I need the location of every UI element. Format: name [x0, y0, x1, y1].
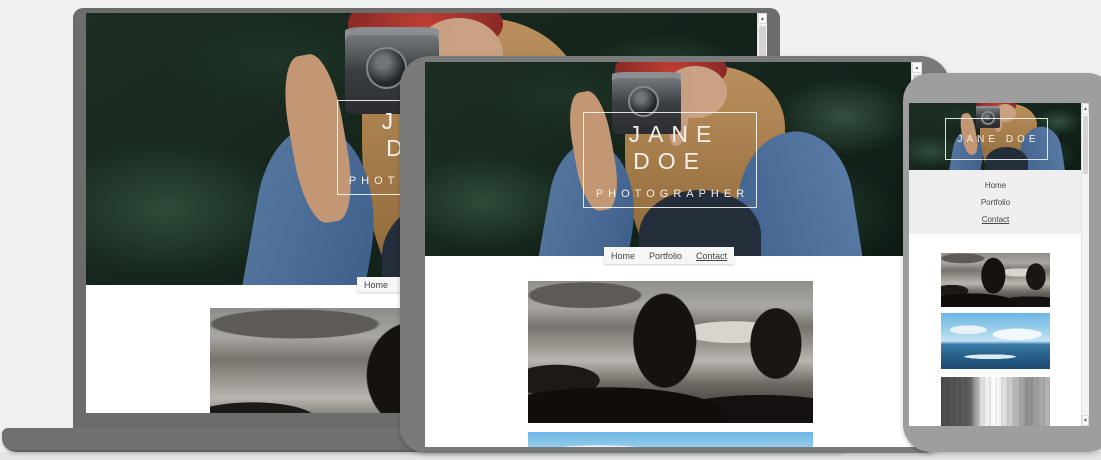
nav-portfolio[interactable]: Portfolio	[649, 251, 682, 261]
scroll-up-glyph: ▲	[760, 16, 765, 22]
site-title: JANE DOE	[953, 134, 1039, 145]
site-title-box: JANE DOE	[945, 118, 1048, 160]
phone-frame: JANE DOE Home Portfolio Contact ▲ ▼	[903, 73, 1101, 452]
hero-photo: JANE DOE	[909, 103, 1082, 170]
nav-portfolio[interactable]: Portfolio	[981, 198, 1010, 207]
scrollbar-thumb[interactable]	[1083, 116, 1088, 174]
scroll-up-glyph: ▲	[1083, 106, 1088, 112]
scroll-up-glyph: ▲	[915, 65, 920, 71]
portfolio-image-rocky-seascape[interactable]	[941, 253, 1050, 307]
scroll-down-icon[interactable]: ▼	[1082, 415, 1089, 426]
scroll-up-icon[interactable]: ▲	[1082, 103, 1089, 114]
nav-home[interactable]: Home	[985, 181, 1006, 190]
tablet-screen: JANE DOE PHOTOGRAPHER Home Portfolio Con…	[425, 62, 922, 447]
hero-photo: JANE DOE PHOTOGRAPHER	[425, 62, 912, 256]
nav-contact[interactable]: Contact	[696, 251, 727, 261]
scroll-up-icon[interactable]: ▲	[758, 13, 767, 24]
site-title: JANE DOE	[584, 121, 756, 175]
nav-contact[interactable]: Contact	[982, 215, 1010, 224]
bottom-shadow-band	[0, 452, 1101, 460]
site-subtitle: PHOTOGRAPHER	[591, 188, 749, 200]
scroll-down-glyph: ▼	[1083, 418, 1088, 424]
phone-screen: JANE DOE Home Portfolio Contact ▲ ▼	[909, 103, 1089, 426]
phone-scrollbar[interactable]: ▲ ▼	[1081, 103, 1089, 426]
site-title-box: JANE DOE PHOTOGRAPHER	[583, 112, 757, 208]
tablet-frame: JANE DOE PHOTOGRAPHER Home Portfolio Con…	[400, 56, 950, 453]
responsive-preview-stage: JANE DOE PHOTOGRAPHER Home Portfolio Con…	[0, 0, 1101, 460]
scroll-up-icon[interactable]: ▲	[912, 62, 922, 73]
main-nav-stacked: Home Portfolio Contact	[909, 170, 1082, 234]
portfolio-image-waterfall[interactable]	[941, 377, 1050, 426]
nav-home[interactable]: Home	[364, 280, 388, 290]
portfolio-image-rocky-seascape[interactable]	[528, 281, 813, 423]
portfolio-image-ocean-horizon[interactable]	[941, 313, 1050, 369]
portfolio-image-ocean-horizon[interactable]	[528, 432, 813, 447]
nav-home[interactable]: Home	[611, 251, 635, 261]
main-nav: Home Portfolio Contact	[604, 247, 734, 264]
